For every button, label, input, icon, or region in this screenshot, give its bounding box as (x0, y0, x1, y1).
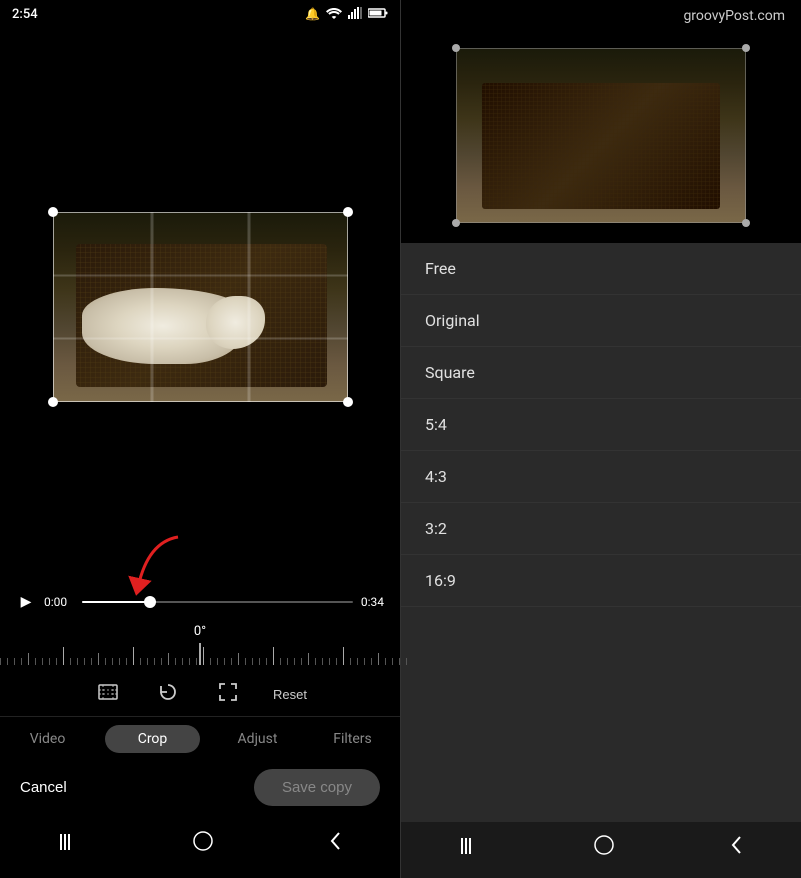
right-video-area (401, 28, 801, 243)
rotation-degree: 0° (0, 624, 400, 639)
nav-home-button[interactable] (192, 830, 214, 858)
timeline-area: ▶ 0:00 0:34 (0, 586, 400, 622)
video-area (0, 28, 400, 586)
watermark: groovyPost.com (401, 0, 801, 28)
wifi-icon (326, 7, 342, 22)
right-crop-corner-tr[interactable] (742, 44, 750, 52)
play-button[interactable]: ▶ (16, 594, 36, 610)
crop-corner-bl[interactable] (48, 397, 58, 407)
current-time: 0:00 (44, 595, 74, 609)
timeline-track[interactable] (82, 601, 353, 603)
rotation-area: 0° (0, 622, 400, 669)
fullscreen-button[interactable] (213, 677, 243, 712)
tab-crop[interactable]: Crop (105, 725, 200, 753)
crop-corner-tr[interactable] (343, 207, 353, 217)
right-panel: groovyPost.com FreeOriginalSquare5:44:33… (400, 0, 801, 878)
timeline-progress (82, 601, 150, 603)
tab-adjust[interactable]: Adjust (210, 725, 305, 753)
tab-bar: Video Crop Adjust Filters (0, 716, 400, 759)
crop-option-original[interactable]: Original (401, 295, 801, 347)
ruler-center-line (199, 643, 201, 665)
crop-corner-br[interactable] (343, 397, 353, 407)
save-copy-button[interactable]: Save copy (254, 769, 380, 806)
right-nav-back-button[interactable] (730, 835, 744, 861)
right-crop-border (456, 48, 746, 223)
crop-options-list: FreeOriginalSquare5:44:33:216:9 (401, 243, 801, 822)
left-nav-bar (0, 818, 400, 874)
right-nav-bar (401, 822, 801, 878)
right-crop-corner-bl[interactable] (452, 219, 460, 227)
notification-icon: 🔔 (305, 7, 320, 21)
reset-button[interactable]: Reset (273, 687, 307, 702)
aspect-ratio-button[interactable] (93, 677, 123, 712)
right-nav-home-button[interactable] (593, 834, 615, 862)
timeline-thumb[interactable] (144, 596, 156, 608)
crop-option-square[interactable]: Square (401, 347, 801, 399)
crop-option-free[interactable]: Free (401, 243, 801, 295)
bottom-controls: ▶ 0:00 0:34 0° (0, 586, 400, 878)
right-crop-corner-tl[interactable] (452, 44, 460, 52)
signal-icon (348, 7, 362, 22)
status-time: 2:54 (12, 7, 305, 22)
crop-corner-tl[interactable] (48, 207, 58, 217)
video-thumbnail (53, 212, 348, 402)
end-time: 0:34 (361, 595, 384, 609)
right-crop-corner-br[interactable] (742, 219, 750, 227)
battery-icon (368, 7, 388, 21)
tab-filters[interactable]: Filters (305, 725, 400, 753)
crop-option-4x3[interactable]: 4:3 (401, 451, 801, 503)
left-panel: 2:54 🔔 (0, 0, 400, 878)
rotation-ruler[interactable] (0, 643, 400, 665)
rotate-button[interactable] (153, 677, 183, 712)
video-frame (53, 212, 348, 402)
crop-tools-row: Reset (0, 669, 400, 716)
watermark-text: groovyPost.com (683, 8, 785, 24)
status-bar: 2:54 🔔 (0, 0, 400, 28)
right-nav-menu-button[interactable] (458, 837, 478, 860)
crop-option-5x4[interactable]: 5:4 (401, 399, 801, 451)
tab-video[interactable]: Video (0, 725, 95, 753)
crop-option-16x9[interactable]: 16:9 (401, 555, 801, 607)
crop-option-3x2[interactable]: 3:2 (401, 503, 801, 555)
status-icons: 🔔 (305, 7, 388, 22)
nav-menu-button[interactable] (57, 833, 77, 856)
action-bar: Cancel Save copy (0, 759, 400, 818)
right-video-frame (456, 48, 746, 223)
nav-back-button[interactable] (329, 831, 343, 857)
cancel-button[interactable]: Cancel (20, 779, 67, 796)
